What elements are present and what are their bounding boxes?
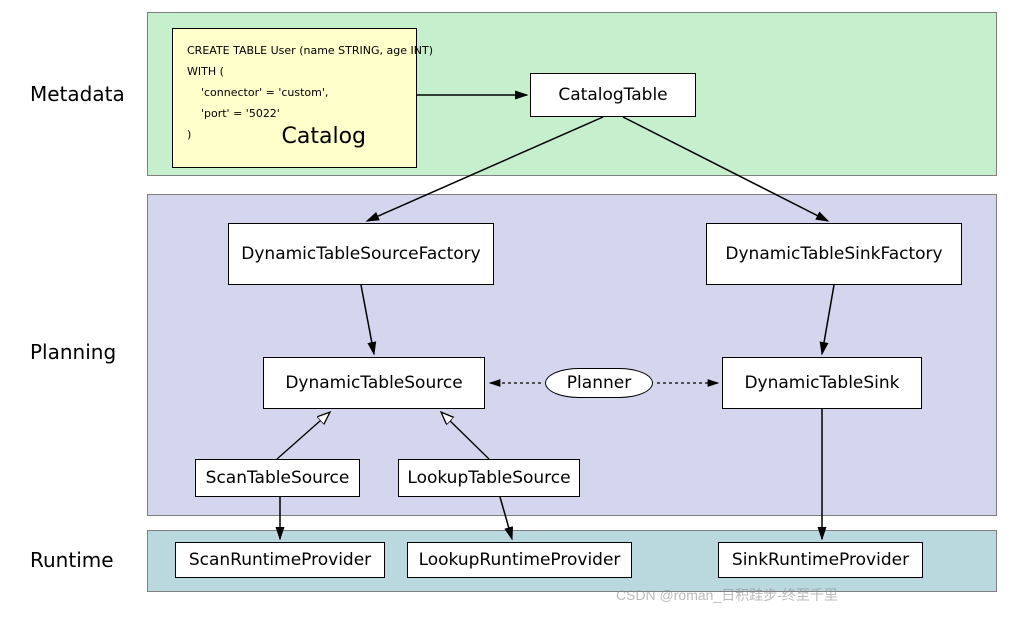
watermark: CSDN @roman_日积跬步-终至千里	[616, 585, 838, 605]
planning-label: Planning	[30, 340, 116, 364]
catalog-sql-box: CREATE TABLE User (name STRING, age INT)…	[172, 28, 417, 168]
sql-line: 'connector' = 'custom',	[187, 83, 402, 104]
table-sink-node: DynamicTableSink	[722, 357, 922, 409]
sql-line: CREATE TABLE User (name STRING, age INT)	[187, 41, 402, 62]
source-factory-node: DynamicTableSourceFactory	[228, 223, 494, 285]
sink-factory-node: DynamicTableSinkFactory	[706, 223, 962, 285]
metadata-label: Metadata	[30, 82, 125, 106]
sql-line: WITH (	[187, 62, 402, 83]
scan-runtime-node: ScanRuntimeProvider	[175, 542, 385, 578]
sql-line: 'port' = '5022'	[187, 104, 402, 125]
sink-runtime-node: SinkRuntimeProvider	[718, 542, 923, 578]
scan-source-node: ScanTableSource	[195, 459, 360, 497]
catalog-title: Catalog	[282, 124, 367, 149]
lookup-source-node: LookupTableSource	[398, 459, 580, 497]
runtime-label: Runtime	[30, 548, 114, 572]
table-source-node: DynamicTableSource	[263, 357, 485, 409]
planner-node: Planner	[545, 368, 653, 398]
catalog-table-node: CatalogTable	[530, 73, 696, 117]
lookup-runtime-node: LookupRuntimeProvider	[407, 542, 632, 578]
